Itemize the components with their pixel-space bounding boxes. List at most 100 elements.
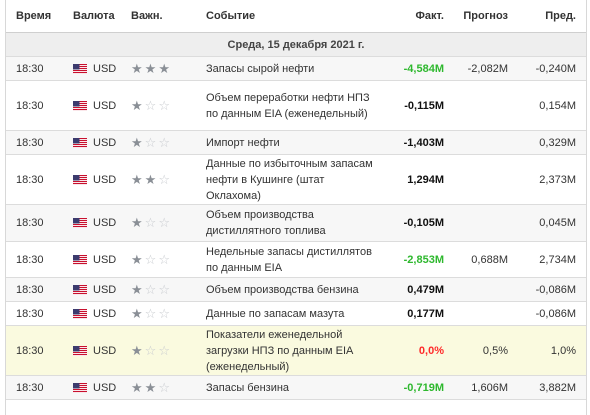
currency-code: USD xyxy=(93,99,117,112)
event-link[interactable]: Объем переработки нефти НПЗ по данным EI… xyxy=(206,88,374,124)
header-importance[interactable]: Важн. xyxy=(131,10,206,22)
date-label: Среда, 15 декабря 2021 г. xyxy=(227,38,365,51)
event-link[interactable]: Запасы сырой нефти xyxy=(206,59,374,79)
us-flag-icon xyxy=(73,254,87,265)
us-flag-icon xyxy=(73,382,87,393)
star-empty-icon: ☆ xyxy=(144,215,157,230)
date-separator: Среда, 15 декабря 2021 г. xyxy=(6,33,586,57)
cell-importance: ★ ★ ☆ xyxy=(131,379,206,395)
star-filled-icon: ★ xyxy=(144,60,157,76)
cell-forecast: 0,688M xyxy=(471,253,508,266)
star-empty-icon: ☆ xyxy=(158,305,170,321)
us-flag-icon xyxy=(73,137,87,148)
header-forecast[interactable]: Прогноз xyxy=(444,10,508,22)
table-row[interactable]: 18:30 USD ★ ★ ☆ Данные по избыточным запасам … xyxy=(6,155,586,205)
currency-code: USD xyxy=(93,381,117,394)
star-empty-icon: ☆ xyxy=(158,281,170,297)
cell-importance: ★ ☆ ☆ xyxy=(131,305,206,321)
event-link[interactable]: Недельные запасы дистиллятов по данным E… xyxy=(206,242,374,278)
cell-importance: ★ ☆ ☆ xyxy=(131,97,206,113)
table-row[interactable]: 18:30 USD ★ ☆ ☆ Данные по запасам мазута 0,177… xyxy=(6,302,586,326)
event-link[interactable]: Данные по запасам мазута xyxy=(206,304,374,324)
star-empty-icon: ☆ xyxy=(158,171,170,187)
star-empty-icon: ☆ xyxy=(144,281,157,297)
currency-code: USD xyxy=(93,136,117,149)
event-link[interactable]: Данные по избыточным запасам нефти в Куш… xyxy=(206,154,374,206)
table-body: 18:30 USD ★ ★ ★ Запасы сырой нефти -4,584M -2,0… xyxy=(6,57,586,400)
star-filled-icon: ★ xyxy=(131,251,143,267)
table-row[interactable]: 18:30 USD ★ ☆ ☆ Объем производства бензина 0,4… xyxy=(6,278,586,302)
cell-time: 18:30 xyxy=(16,217,44,229)
cell-forecast: 0,5% xyxy=(482,344,508,357)
star-empty-icon: ☆ xyxy=(158,342,170,358)
cell-previous: 0,154M xyxy=(539,99,576,112)
star-filled-icon: ★ xyxy=(131,281,143,297)
event-link[interactable]: Показатели еженедельной загрузки НПЗ по … xyxy=(206,325,374,377)
cell-time: 18:30 xyxy=(16,283,44,296)
table-row[interactable]: 18:30 USD ★ ★ ★ Запасы сырой нефти -4,584M -2,0… xyxy=(6,57,586,81)
economic-calendar-table: Время Валюта Важн. Событие Факт. Прогноз… xyxy=(5,0,587,415)
cell-previous: -0,240M xyxy=(535,62,576,75)
header-actual[interactable]: Факт. xyxy=(374,10,445,22)
cell-previous: 0,329M xyxy=(539,136,576,149)
star-filled-icon: ★ xyxy=(131,134,143,150)
cell-currency: USD xyxy=(73,382,131,394)
star-empty-icon: ☆ xyxy=(144,342,157,358)
header-previous[interactable]: Пред. xyxy=(508,10,576,22)
star-filled-icon: ★ xyxy=(131,60,143,76)
currency-code: USD xyxy=(93,173,117,186)
star-filled-icon: ★ xyxy=(144,379,157,395)
cell-importance: ★ ★ ★ xyxy=(131,60,206,76)
cell-currency: USD xyxy=(73,345,131,357)
cell-previous: -0,086M xyxy=(535,283,576,296)
us-flag-icon xyxy=(73,218,87,228)
table-row[interactable]: 18:30 USD ★ ☆ ☆ Импорт нефти -1,403M 0,329M xyxy=(6,131,586,155)
cell-actual: -1,403M xyxy=(403,136,444,149)
cell-currency: USD xyxy=(73,137,131,149)
cell-currency: USD xyxy=(73,100,131,112)
table-row[interactable]: 18:30 USD ★ ☆ ☆ Объем переработки нефти НПЗ п… xyxy=(6,81,586,131)
cell-actual: -0,719M xyxy=(403,381,444,394)
star-filled-icon: ★ xyxy=(131,171,143,187)
cell-currency: USD xyxy=(73,308,131,320)
header-event[interactable]: Событие xyxy=(206,6,374,26)
table-row[interactable]: 18:30 USD ★ ☆ ☆ Объем производства дистиллятн… xyxy=(6,205,586,242)
cell-actual: -2,853M xyxy=(403,253,444,266)
us-flag-icon xyxy=(73,308,87,319)
cell-actual: 0,479M xyxy=(407,283,444,296)
cell-time: 18:30 xyxy=(16,99,44,112)
cell-actual: 0,0% xyxy=(418,344,444,357)
table-row[interactable]: 18:30 USD ★ ☆ ☆ Недельные запасы дистиллятов … xyxy=(6,242,586,278)
table-row[interactable]: 18:30 USD ★ ☆ ☆ Показатели еженедельной загру… xyxy=(6,326,586,376)
cell-previous: -0,086M xyxy=(535,307,576,320)
table-header: Время Валюта Важн. Событие Факт. Прогноз… xyxy=(6,0,586,33)
event-link[interactable]: Импорт нефти xyxy=(206,133,374,153)
header-time[interactable]: Время xyxy=(6,10,73,22)
star-empty-icon: ☆ xyxy=(144,305,157,321)
star-filled-icon: ★ xyxy=(131,305,143,321)
cell-time: 18:30 xyxy=(16,381,44,394)
star-empty-icon: ☆ xyxy=(158,215,170,230)
star-filled-icon: ★ xyxy=(144,171,157,187)
cell-previous: 0,045M xyxy=(539,217,576,229)
event-link[interactable]: Объем производства бензина xyxy=(206,280,374,300)
us-flag-icon xyxy=(73,100,87,111)
cell-actual: 1,294M xyxy=(407,173,444,186)
star-empty-icon: ☆ xyxy=(158,251,170,267)
star-empty-icon: ☆ xyxy=(158,379,170,395)
cell-time: 18:30 xyxy=(16,173,44,186)
event-link[interactable]: Запасы бензина xyxy=(206,378,374,398)
cell-actual: -0,115M xyxy=(404,99,444,112)
us-flag-icon xyxy=(73,63,87,74)
cell-previous: 2,373M xyxy=(539,173,576,186)
cell-currency: USD xyxy=(73,217,131,229)
cell-time: 18:30 xyxy=(16,62,44,75)
table-row[interactable]: 18:30 USD ★ ★ ☆ Запасы бензина -0,719M 1,606M 3,… xyxy=(6,376,586,400)
cell-importance: ★ ☆ ☆ xyxy=(131,342,206,358)
star-filled-icon: ★ xyxy=(131,97,143,113)
event-link[interactable]: Объем производства дистиллятного топлива xyxy=(206,205,374,241)
cell-currency: USD xyxy=(73,63,131,75)
header-currency[interactable]: Валюта xyxy=(73,10,131,22)
cell-time: 18:30 xyxy=(16,136,44,149)
cell-time: 18:30 xyxy=(16,307,44,320)
